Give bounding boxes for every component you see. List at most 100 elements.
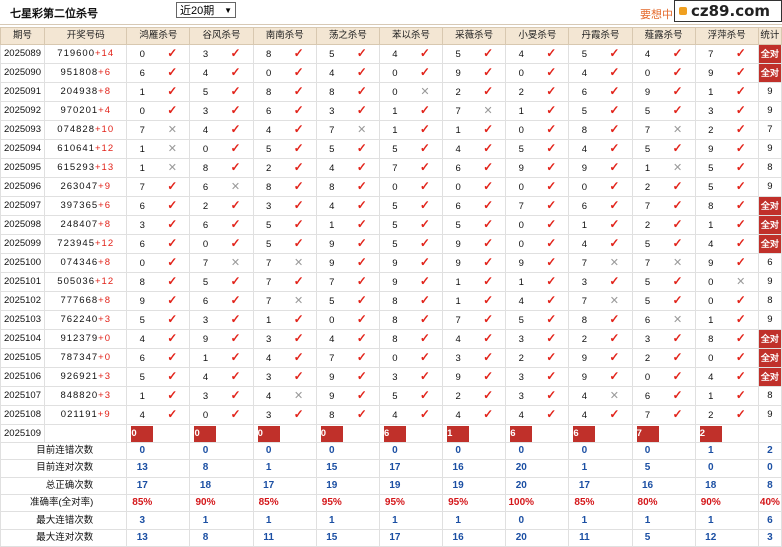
summary-value: 0 <box>694 459 759 478</box>
check-icon: ✓ <box>167 255 178 270</box>
kill-number: 9 <box>644 87 651 99</box>
summary-value: 90% <box>694 493 759 513</box>
kill-cell: 5 ✓ <box>631 272 696 293</box>
draw-number: 762240+3 <box>44 310 128 331</box>
check-icon: ✓ <box>672 407 683 422</box>
kill-cell: 8 ✓ <box>694 329 759 350</box>
draw-sum: +12 <box>95 238 115 250</box>
kill-cell: 3 ✓ <box>505 329 570 350</box>
table-header: 期号 开奖号码 鸿雁杀号 谷风杀号 南南杀号 荡之杀号 苯以杀号 采薇杀号 小旻杀号 丹霞杀号 薤露… <box>0 26 782 46</box>
summary-value: 8 <box>189 459 254 478</box>
kill-cell: 4 ✓ <box>189 367 254 388</box>
check-icon: ✓ <box>672 331 683 346</box>
kill-cell: 6 ✓ <box>568 82 633 103</box>
check-icon: ✓ <box>293 141 304 156</box>
summary-value-text: 8 <box>202 531 209 543</box>
summary-stat: 6 <box>757 511 782 530</box>
check-icon: ✓ <box>483 255 494 270</box>
check-icon: ✓ <box>356 236 367 251</box>
summary-value: 16 <box>631 476 696 495</box>
summary-value-text: 1 <box>707 514 714 526</box>
summary-value-text: 1 <box>329 514 335 526</box>
kill-number: 4 <box>265 125 272 137</box>
check-icon: ✓ <box>546 312 557 327</box>
stat-cell: 9 <box>757 310 782 331</box>
stat-cell: 9 <box>757 177 782 198</box>
summary-value-text: 0 <box>518 514 525 526</box>
check-icon: ✓ <box>230 407 241 422</box>
stat-cell: 8 <box>757 158 782 179</box>
kill-number: 8 <box>329 182 335 194</box>
check-icon: ✓ <box>483 274 494 289</box>
summary-value-text: 20 <box>515 531 527 543</box>
kill-number: 5 <box>392 391 398 403</box>
kill-cell: 5 ✓ <box>442 44 507 65</box>
kill-number: 0 <box>392 353 398 365</box>
kill-number: 7 <box>644 201 651 213</box>
kill-cell: 7 ✕ <box>315 120 380 141</box>
kill-number: 5 <box>581 49 588 61</box>
current-kill-cell: 7 <box>631 424 696 443</box>
kill-cell: 7 ✕ <box>442 101 507 122</box>
column-header: 苯以杀号 <box>378 26 444 46</box>
draw-sum: +9 <box>97 409 111 421</box>
kill-number: 5 <box>644 277 651 289</box>
kill-cell: 8 ✓ <box>315 177 380 198</box>
summary-value: 3 <box>126 511 191 530</box>
kill-number: 7 <box>455 105 461 117</box>
summary-row: 最大连错次数 3 1 1 1 1 1 0 1 1 1 6 <box>0 511 782 530</box>
summary-value-text: 1 <box>644 514 651 526</box>
kill-cell: 1 ✓ <box>378 101 444 122</box>
summary-value: 0 <box>505 441 570 461</box>
kill-cell: 2 ✓ <box>505 82 570 103</box>
check-icon: ✓ <box>735 179 746 194</box>
check-icon: ✓ <box>167 236 178 251</box>
kill-cell: 3 ✓ <box>505 367 570 388</box>
kill-cell: 6 ✓ <box>252 101 317 122</box>
kill-number: 0 <box>455 182 461 194</box>
draw-digits: 723945 <box>57 238 95 250</box>
summary-value-text: 90% <box>195 497 216 509</box>
current-kill-cell: 0 <box>126 424 191 443</box>
summary-value-text: 1 <box>581 514 588 526</box>
summary-label: 总正确次数 <box>0 476 128 495</box>
check-icon: ✓ <box>546 46 557 61</box>
kill-number: 1 <box>392 106 398 118</box>
kill-cell: 9 ✓ <box>442 63 507 84</box>
kill-number: 9 <box>708 68 714 80</box>
check-icon: ✓ <box>483 350 494 365</box>
check-icon: ✓ <box>356 65 367 80</box>
draw-number: 021191+9 <box>44 405 128 426</box>
draw-number: 848820+3 <box>44 386 128 407</box>
kill-cell: 5 ✓ <box>252 215 317 236</box>
kill-number: 2 <box>518 353 524 365</box>
kill-cell: 4 ✓ <box>315 196 380 217</box>
kill-cell: 2 ✓ <box>631 348 696 369</box>
site-logo[interactable]: cz89.com <box>674 0 782 22</box>
kill-number: 3 <box>708 106 714 118</box>
check-icon: ✓ <box>483 236 494 251</box>
kill-number: 0 <box>518 182 524 194</box>
check-icon: ✓ <box>735 388 746 403</box>
promo-text[interactable]: 要想中 <box>640 6 673 22</box>
kill-number: 9 <box>455 372 461 384</box>
check-icon: ✓ <box>609 46 620 61</box>
kill-number: 8 <box>265 87 272 99</box>
kill-number: 8 <box>329 410 335 422</box>
check-icon: ✓ <box>609 65 620 80</box>
kill-cell: 2 ✓ <box>442 386 507 407</box>
table-row: 2025089 719600+14 0 ✓ 3 ✓ 8 ✓ 5 ✓ 4 ✓ 5 ✓ 4 ✓ 5 ✓ 4 ✓ 7 ✓ 全对 <box>0 44 782 65</box>
check-icon: ✓ <box>419 388 430 403</box>
draw-digits: 762240 <box>60 314 99 326</box>
period-cell: 2025093 <box>0 120 46 141</box>
table-body: 2025089 719600+14 0 ✓ 3 ✓ 8 ✓ 5 ✓ 4 ✓ 5 ✓ 4 ✓ 5 ✓ 4 ✓ 7 ✓ 全对 20… <box>0 44 782 547</box>
summary-value-text: 15 <box>326 531 338 543</box>
kill-cell: 5 ✓ <box>315 44 380 65</box>
summary-value-text: 18 <box>199 479 212 491</box>
stat-cell: 全对 <box>757 367 782 388</box>
draw-sum: +8 <box>98 257 111 269</box>
period-select[interactable]: 近20期 ▼ <box>176 2 236 18</box>
table-row: 2025095 615293+13 1 ✕ 8 ✓ 2 ✓ 4 ✓ 7 ✓ 6 ✓ 9 ✓ 9 ✓ 1 ✕ 5 ✓ 8 <box>0 158 782 179</box>
check-icon: ✓ <box>293 46 304 61</box>
kill-cell: 9 ✓ <box>694 253 759 274</box>
